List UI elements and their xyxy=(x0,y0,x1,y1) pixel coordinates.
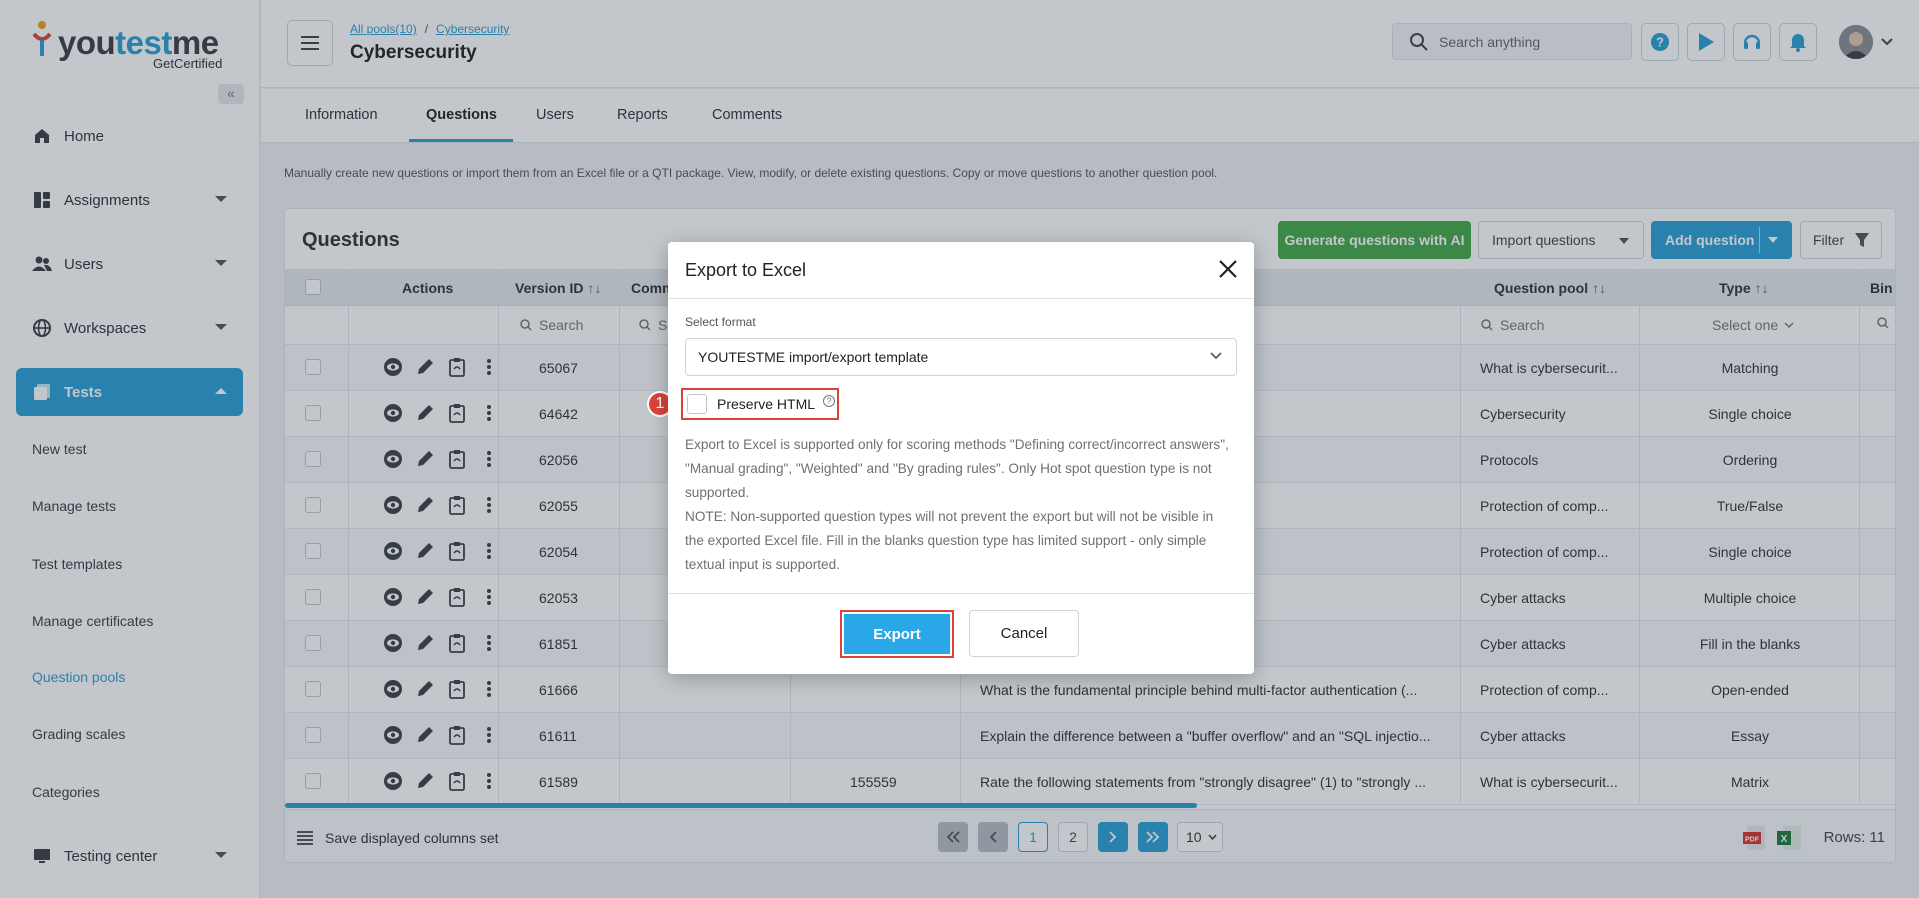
chevron-down-icon xyxy=(1210,352,1222,360)
export-button[interactable]: Export xyxy=(844,614,950,654)
preserve-html-label: Preserve HTML xyxy=(717,396,816,412)
export-info-text: Export to Excel is supported only for sc… xyxy=(685,433,1235,577)
export-to-excel-dialog: Export to Excel Select format YOUTESTME … xyxy=(668,242,1254,674)
close-icon[interactable] xyxy=(1218,259,1238,279)
preserve-html-checkbox[interactable] xyxy=(687,394,707,414)
export-support-text: Export to Excel is supported only for sc… xyxy=(685,437,1229,500)
format-label: Select format xyxy=(685,315,756,329)
dialog-title: Export to Excel xyxy=(685,260,807,280)
dialog-header: Export to Excel xyxy=(668,242,1254,299)
preserve-html-option[interactable]: Preserve HTML ? xyxy=(681,388,839,420)
export-highlight: Export xyxy=(840,610,954,658)
cancel-button[interactable]: Cancel xyxy=(969,610,1079,657)
export-note-text: NOTE: Non-supported question types will … xyxy=(685,509,1214,572)
format-select[interactable]: YOUTESTME import/export template xyxy=(685,338,1237,376)
format-value: YOUTESTME import/export template xyxy=(698,349,929,365)
help-icon[interactable]: ? xyxy=(823,395,836,407)
